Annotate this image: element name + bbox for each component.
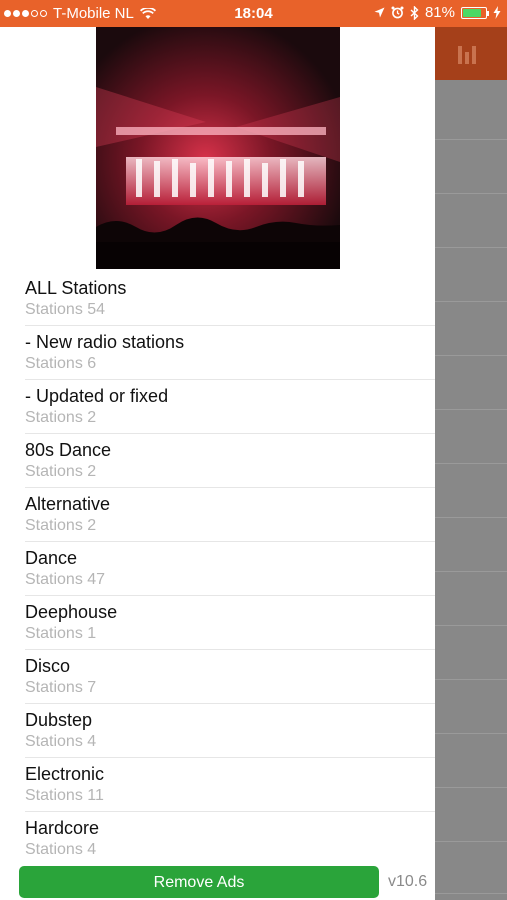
genre-station-count: Stations 1	[25, 625, 97, 642]
list-item[interactable]: 80s Dance Stations 2	[25, 434, 435, 488]
genre-title: - Updated or fixed	[25, 386, 169, 406]
main-header	[435, 27, 507, 80]
genre-title: - New radio stations	[25, 332, 185, 352]
genre-station-count: Stations 2	[25, 463, 97, 480]
list-item[interactable]: Hardcore Stations 4	[25, 812, 435, 866]
list-item[interactable]: ALL Stations Stations 54	[25, 272, 435, 326]
list-item[interactable]: - New radio stations Stations 6	[25, 326, 435, 380]
genre-station-count: Stations 2	[25, 409, 97, 426]
equalizer-icon[interactable]	[458, 44, 476, 64]
genre-title: Disco	[25, 656, 71, 676]
bluetooth-icon	[410, 5, 419, 20]
status-right: 81%	[374, 4, 501, 21]
charging-bolt-icon	[493, 6, 501, 19]
genre-station-count: Stations 47	[25, 571, 106, 588]
list-item[interactable]: Disco Stations 7	[25, 650, 435, 704]
genre-list: ALL Stations Stations 54 - New radio sta…	[0, 272, 435, 866]
genre-station-count: Stations 7	[25, 679, 97, 696]
genre-title: Dubstep	[25, 710, 93, 730]
battery-icon	[461, 6, 489, 19]
status-bar: T-Mobile NL 18:04 81%	[0, 0, 507, 27]
genre-station-count: Stations 4	[25, 841, 97, 858]
genre-station-count: Stations 11	[25, 787, 104, 804]
genre-station-count: Stations 6	[25, 355, 97, 372]
genre-title: Alternative	[25, 494, 111, 514]
genre-title: Hardcore	[25, 818, 100, 838]
genre-station-count: Stations 54	[25, 301, 106, 318]
genre-title: 80s Dance	[25, 440, 112, 460]
remove-ads-button[interactable]: Remove Ads	[19, 866, 379, 898]
alarm-icon	[391, 6, 404, 19]
list-item[interactable]: Alternative Stations 2	[25, 488, 435, 542]
list-item[interactable]: Dubstep Stations 4	[25, 704, 435, 758]
genre-title: Dance	[25, 548, 78, 568]
side-drawer: ALL Stations Stations 54 - New radio sta…	[0, 27, 435, 900]
location-arrow-icon	[374, 7, 385, 18]
genre-title: Deephouse	[25, 602, 118, 622]
genre-station-count: Stations 4	[25, 733, 97, 750]
app-version: v10.6	[388, 873, 428, 890]
list-item[interactable]: Dance Stations 47	[25, 542, 435, 596]
genre-title: ALL Stations	[25, 278, 127, 298]
genre-title: Electronic	[25, 764, 105, 784]
list-item[interactable]: Deephouse Stations 1	[25, 596, 435, 650]
main-content-dimmed[interactable]	[435, 27, 507, 900]
battery-percent: 81%	[424, 4, 455, 21]
list-item[interactable]: - Updated or fixed Stations 2	[25, 380, 435, 434]
concert-image	[96, 27, 340, 269]
genre-station-count: Stations 2	[25, 517, 97, 534]
list-item[interactable]: Electronic Stations 11	[25, 758, 435, 812]
